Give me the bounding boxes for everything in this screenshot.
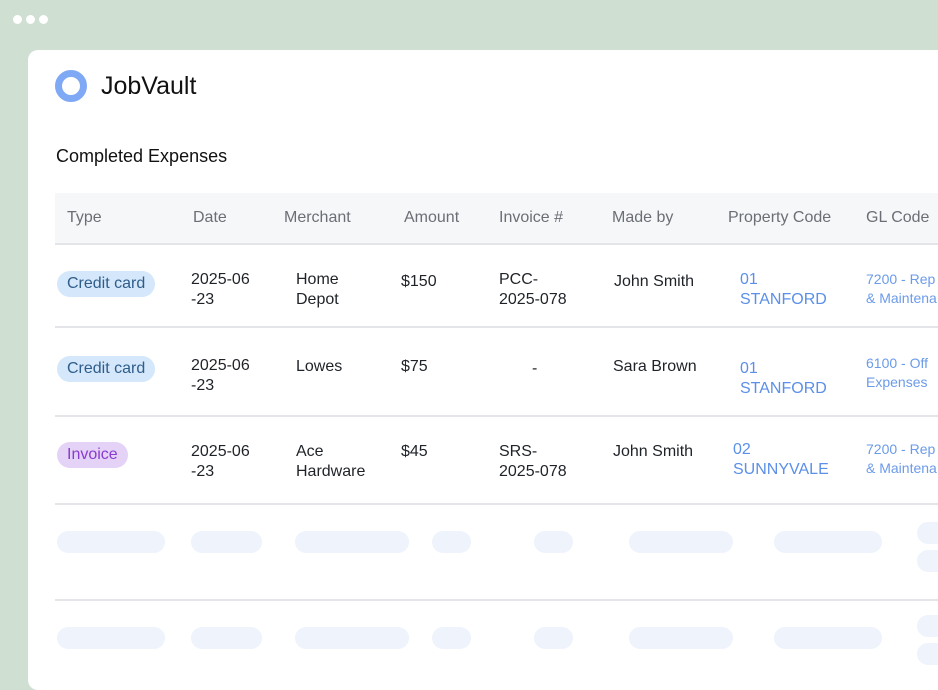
- type-badge: Credit card: [57, 271, 156, 297]
- maximize-dot[interactable]: [39, 15, 48, 24]
- skeleton-bar: [917, 615, 938, 637]
- skeleton-bar: [295, 531, 409, 553]
- gl-code-link[interactable]: 7200 - Rep & Maintena: [866, 270, 937, 308]
- table-row[interactable]: Invoice 2025-06 -23 Ace Hardware $45 SRS…: [55, 417, 938, 505]
- skeleton-bar: [774, 531, 882, 553]
- skeleton-bar: [57, 627, 165, 649]
- invoice-cell: -: [532, 360, 538, 377]
- column-header-property-code[interactable]: Property Code: [728, 209, 831, 227]
- app-window: JobVault Completed Expenses Type Date Me…: [28, 50, 938, 690]
- type-badge: Credit card: [57, 356, 156, 382]
- column-header-invoice[interactable]: Invoice #: [499, 209, 563, 227]
- skeleton-bar: [917, 643, 938, 665]
- property-code-link[interactable]: 01 STANFORD: [740, 359, 827, 399]
- gl-code-link[interactable]: 6100 - Off Expenses: [866, 354, 928, 392]
- type-badge: Invoice: [57, 442, 128, 468]
- skeleton-bar: [534, 627, 573, 649]
- date-cell: 2025-06 -23: [191, 443, 250, 480]
- minimize-dot[interactable]: [26, 15, 35, 24]
- invoice-cell: PCC- 2025-078: [499, 271, 567, 308]
- skeleton-bar: [295, 627, 409, 649]
- logo-icon: [55, 70, 87, 102]
- window-controls: [13, 15, 48, 24]
- column-header-amount[interactable]: Amount: [404, 209, 459, 227]
- close-dot[interactable]: [13, 15, 22, 24]
- merchant-cell: Home Depot: [296, 271, 339, 308]
- invoice-cell: SRS- 2025-078: [499, 443, 567, 480]
- property-code-link[interactable]: 01 STANFORD: [740, 270, 827, 310]
- merchant-cell: Ace Hardware: [296, 443, 366, 480]
- made-by-cell: John Smith: [613, 443, 694, 460]
- skeleton-row: [55, 505, 938, 601]
- skeleton-row: [55, 601, 938, 690]
- skeleton-bar: [57, 531, 165, 553]
- table-row[interactable]: Credit card 2025-06 -23 Home Depot $150 …: [55, 245, 938, 328]
- amount-cell: $45: [401, 443, 428, 460]
- date-cell: 2025-06 -23: [191, 357, 250, 394]
- gl-code-link[interactable]: 7200 - Rep & Maintena: [866, 440, 937, 478]
- skeleton-bar: [432, 627, 471, 649]
- skeleton-bar: [917, 522, 938, 544]
- column-header-type[interactable]: Type: [67, 209, 102, 227]
- made-by-cell: John Smith: [614, 273, 695, 290]
- column-header-made-by[interactable]: Made by: [612, 209, 673, 227]
- property-code-link[interactable]: 02 SUNNYVALE: [733, 440, 829, 480]
- skeleton-bar: [534, 531, 573, 553]
- merchant-cell: Lowes: [296, 358, 343, 375]
- app-name: JobVault: [101, 71, 197, 100]
- table-header: Type Date Merchant Amount Invoice # Made…: [55, 193, 938, 245]
- section-title: Completed Expenses: [56, 146, 228, 166]
- amount-cell: $75: [401, 358, 428, 375]
- date-cell: 2025-06 -23: [191, 271, 250, 308]
- skeleton-bar: [629, 531, 733, 553]
- skeleton-bar: [191, 531, 262, 553]
- skeleton-bar: [191, 627, 262, 649]
- brand: JobVault: [55, 70, 196, 102]
- column-header-gl-code[interactable]: GL Code: [866, 209, 929, 227]
- amount-cell: $150: [401, 273, 437, 290]
- skeleton-bar: [432, 531, 471, 553]
- made-by-cell: Sara Brown: [613, 358, 697, 375]
- column-header-date[interactable]: Date: [193, 209, 227, 227]
- skeleton-bar: [629, 627, 733, 649]
- table-row[interactable]: Credit card 2025-06 -23 Lowes $75 - Sara…: [55, 328, 938, 417]
- column-header-merchant[interactable]: Merchant: [284, 209, 351, 227]
- skeleton-bar: [774, 627, 882, 649]
- skeleton-bar: [917, 550, 938, 572]
